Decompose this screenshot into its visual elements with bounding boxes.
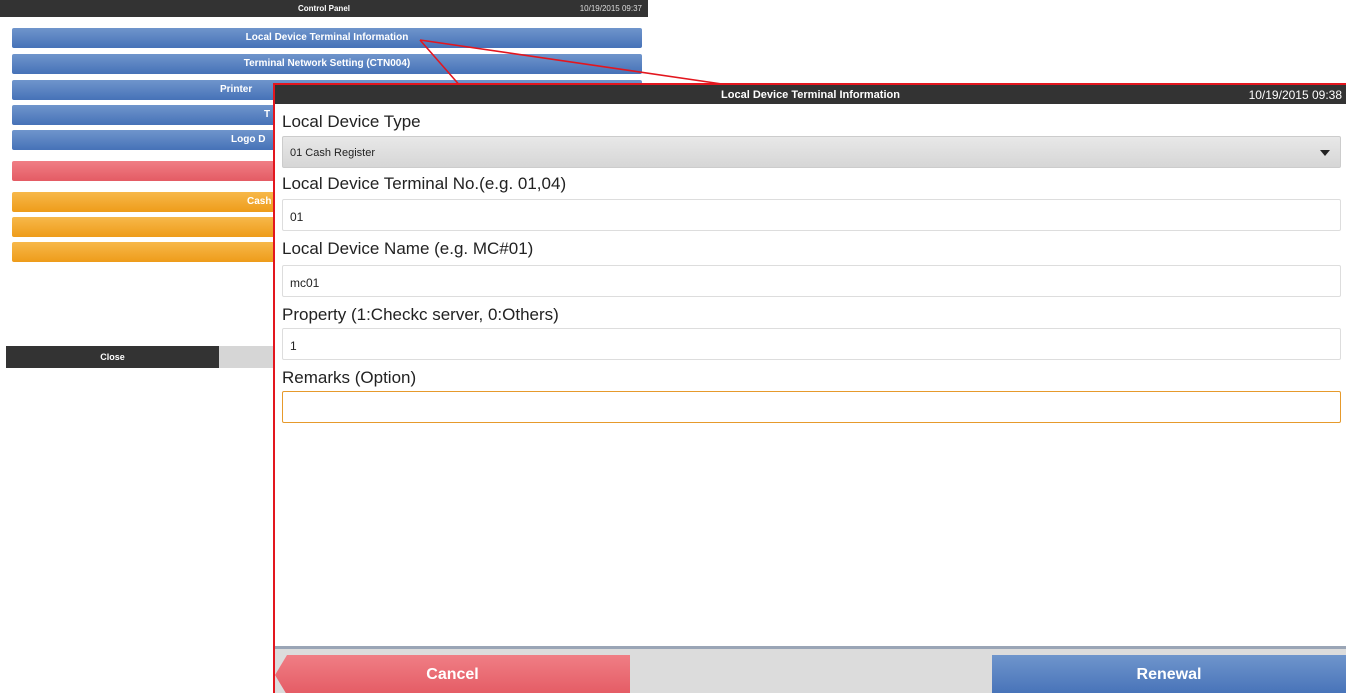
dialog-titlebar: Local Device Terminal Information 10/19/… (275, 85, 1346, 104)
terminal-network-setting-button[interactable]: Terminal Network Setting (CTN004) (12, 54, 642, 74)
control-panel-title: Control Panel (297, 4, 350, 13)
dialog-title: Local Device Terminal Information (721, 89, 900, 101)
device-type-select[interactable]: 01 Cash Register (282, 136, 1341, 168)
device-type-value: 01 Cash Register (290, 147, 375, 159)
chevron-down-icon (1320, 150, 1330, 156)
device-name-field[interactable]: mc01 (282, 265, 1341, 297)
remarks-label: Remarks (Option) (282, 368, 417, 387)
device-name-label: Local Device Name (e.g. MC#01) (282, 239, 534, 258)
local-device-terminal-info-dialog: Local Device Terminal Information 10/19/… (273, 83, 1346, 693)
local-device-terminal-info-button[interactable]: Local Device Terminal Information (12, 28, 642, 48)
device-type-label: Local Device Type (282, 112, 421, 131)
control-panel-timestamp: 10/19/2015 09:37 (579, 4, 642, 13)
cancel-button[interactable]: Cancel (275, 655, 630, 693)
dialog-timestamp: 10/19/2015 09:38 (1248, 88, 1342, 102)
close-button[interactable]: Close (6, 346, 219, 368)
control-panel-titlebar: Control Panel 10/19/2015 09:37 (0, 0, 648, 17)
terminal-no-label: Local Device Terminal No.(e.g. 01,04) (282, 174, 567, 193)
renewal-button[interactable]: Renewal (992, 655, 1346, 693)
remarks-field[interactable] (282, 391, 1341, 423)
terminal-no-field[interactable]: 01 (282, 199, 1341, 231)
screen: Control Panel 10/19/2015 09:37 Local Dev… (0, 0, 1346, 693)
property-label: Property (1:Checkc server, 0:Others) (282, 305, 559, 324)
cancel-label: Cancel (426, 666, 479, 683)
dialog-footer: Cancel Renewal (275, 646, 1346, 693)
property-field[interactable]: 1 (282, 328, 1341, 360)
